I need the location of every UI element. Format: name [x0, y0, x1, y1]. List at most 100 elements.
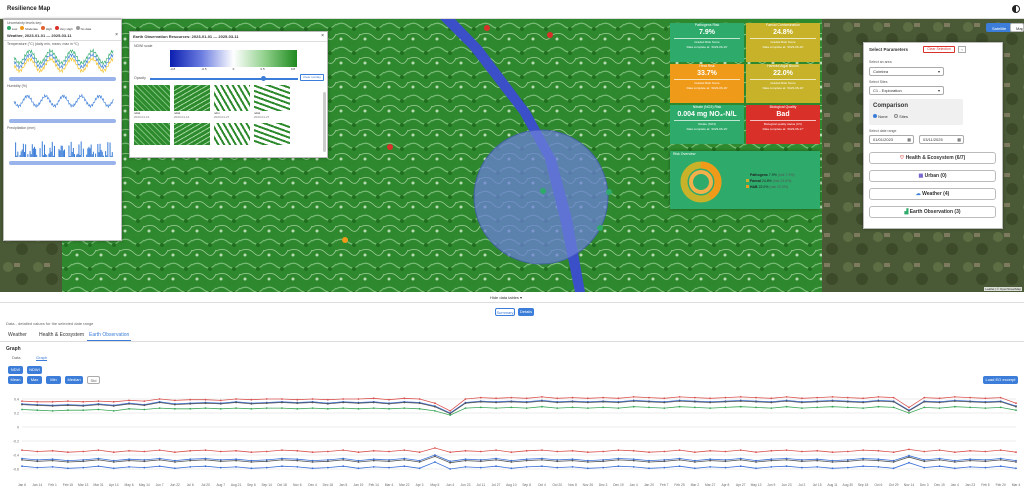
close-icon[interactable]: × — [321, 33, 324, 39]
stat-mean-button[interactable]: Mean — [8, 376, 23, 384]
data-point[interactable] — [908, 412, 910, 414]
data-point[interactable] — [770, 459, 773, 462]
accordion-earth-observation[interactable]: ▟ Earth Observation (3) — [869, 206, 996, 218]
data-point[interactable] — [770, 397, 773, 400]
data-point[interactable] — [311, 398, 314, 400]
load-eo-button[interactable]: Load EO excerpt — [983, 376, 1018, 384]
data-point[interactable] — [66, 461, 69, 463]
data-point[interactable] — [969, 449, 972, 452]
data-point[interactable] — [66, 467, 69, 470]
data-point[interactable] — [235, 449, 237, 452]
data-point[interactable] — [755, 396, 757, 399]
data-point[interactable] — [556, 397, 559, 400]
data-point[interactable] — [464, 466, 467, 468]
clear-selection-button[interactable]: Clear Selection — [923, 46, 955, 53]
data-point[interactable] — [1015, 461, 1017, 463]
data-point[interactable] — [908, 448, 910, 451]
theme-toggle-icon[interactable] — [1012, 5, 1020, 13]
eo-thumbnail[interactable] — [134, 123, 170, 145]
data-point[interactable] — [571, 406, 574, 409]
data-point[interactable] — [923, 460, 926, 463]
data-point[interactable] — [265, 450, 268, 453]
humidity-chart[interactable] — [4, 89, 121, 115]
data-point[interactable] — [495, 465, 497, 468]
data-point[interactable] — [143, 460, 146, 463]
risk-card[interactable]: Nitrate (NO3) Risk 0.004 mg NO₃-N/L Nitrat… — [670, 105, 744, 144]
data-point[interactable] — [495, 407, 497, 409]
data-point[interactable] — [816, 449, 819, 452]
data-point[interactable] — [862, 397, 864, 400]
data-point[interactable] — [739, 449, 742, 451]
data-point[interactable] — [388, 398, 390, 401]
data-point[interactable] — [755, 461, 757, 463]
marker-green-icon[interactable] — [540, 188, 546, 194]
data-point[interactable] — [357, 461, 360, 463]
data-point[interactable] — [846, 396, 849, 399]
data-point[interactable] — [586, 451, 589, 454]
data-point[interactable] — [128, 459, 130, 462]
data-point[interactable] — [693, 467, 696, 470]
data-point[interactable] — [204, 398, 207, 401]
data-point[interactable] — [388, 450, 390, 453]
data-point[interactable] — [36, 404, 39, 407]
data-point[interactable] — [541, 459, 543, 461]
risk-card[interactable]: Heat Risk 33.7% Graded Risk Score Data comp… — [670, 64, 744, 103]
data-point[interactable] — [82, 400, 85, 403]
risk-card[interactable]: Harmful Algal Bloom 22.0% Graded Risk Scor… — [746, 64, 820, 103]
data-point[interactable] — [158, 407, 161, 409]
data-point[interactable] — [479, 450, 482, 453]
sites-select[interactable]: C1 - Exploration ▾ — [869, 86, 944, 95]
data-point[interactable] — [663, 397, 666, 400]
clear-overlay-button[interactable]: Clear overlay — [300, 74, 324, 81]
data-point[interactable] — [204, 402, 207, 405]
data-point[interactable] — [82, 466, 85, 469]
data-point[interactable] — [449, 468, 452, 470]
data-point[interactable] — [801, 407, 803, 409]
subtab-data[interactable]: Data — [12, 355, 20, 360]
data-point[interactable] — [586, 467, 589, 470]
data-point[interactable] — [525, 407, 528, 409]
data-point[interactable] — [21, 408, 23, 411]
data-point[interactable] — [663, 450, 666, 453]
data-point[interactable] — [755, 467, 757, 470]
collapse-icon[interactable]: ‹ — [958, 46, 966, 53]
data-point[interactable] — [158, 398, 161, 400]
data-point[interactable] — [326, 403, 329, 405]
data-point[interactable] — [479, 460, 482, 463]
data-point[interactable] — [953, 467, 956, 470]
end-date-input[interactable]: 03/11/2025 ▦ — [919, 135, 964, 144]
data-point[interactable] — [433, 405, 436, 408]
data-point[interactable] — [128, 449, 130, 452]
hide-data-tables-toggle[interactable]: Hide data tables ▾ — [490, 295, 522, 300]
data-point[interactable] — [235, 407, 237, 409]
data-point[interactable] — [984, 397, 987, 400]
data-point[interactable] — [785, 400, 788, 402]
data-point[interactable] — [143, 466, 146, 469]
marker-green-icon[interactable] — [606, 189, 612, 195]
data-point[interactable] — [571, 466, 574, 468]
data-point[interactable] — [724, 450, 727, 453]
stat-max-button[interactable]: Max — [27, 376, 42, 384]
data-point[interactable] — [663, 466, 666, 469]
data-point[interactable] — [281, 459, 283, 461]
data-point[interactable] — [219, 466, 222, 469]
data-point[interactable] — [128, 407, 130, 410]
data-point[interactable] — [235, 398, 237, 400]
data-point[interactable] — [296, 407, 299, 410]
data-point[interactable] — [648, 461, 650, 463]
data-point[interactable] — [219, 450, 222, 453]
data-point[interactable] — [586, 461, 589, 463]
data-point[interactable] — [433, 455, 436, 458]
data-point[interactable] — [969, 400, 972, 403]
data-point[interactable] — [388, 407, 390, 410]
data-point[interactable] — [174, 399, 176, 402]
data-point[interactable] — [969, 406, 972, 409]
data-point[interactable] — [862, 401, 864, 404]
data-point[interactable] — [938, 449, 941, 451]
data-point[interactable] — [357, 402, 360, 405]
tab-weather[interactable]: Weather — [6, 330, 29, 341]
data-point[interactable] — [693, 451, 696, 454]
data-point[interactable] — [693, 406, 696, 409]
data-point[interactable] — [693, 396, 696, 399]
tab-earth-observation[interactable]: Earth Observation — [87, 330, 132, 341]
